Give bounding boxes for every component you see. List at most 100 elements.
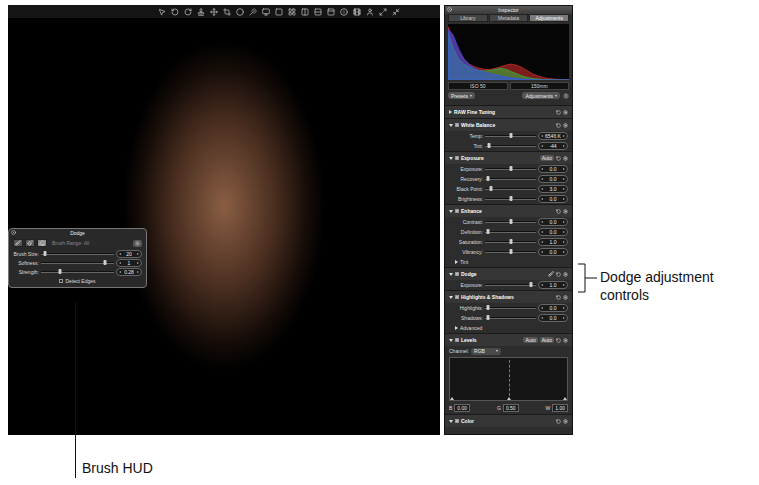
auto-button[interactable]: Auto [523, 337, 537, 343]
section-checkbox[interactable] [455, 209, 459, 213]
decrement-icon[interactable] [541, 317, 543, 319]
reset-icon[interactable] [556, 123, 561, 128]
tool-icon[interactable] [327, 8, 335, 16]
disclosure-icon[interactable] [455, 260, 458, 264]
gray-handle[interactable] [507, 397, 511, 400]
decrement-icon[interactable] [119, 253, 121, 255]
decrement-icon[interactable] [541, 145, 543, 147]
tab[interactable]: Adjustments [529, 14, 569, 22]
decrement-icon[interactable] [541, 135, 543, 137]
decrement-icon[interactable] [541, 284, 543, 286]
slider-track[interactable] [485, 135, 536, 137]
tool-icon[interactable] [314, 8, 322, 16]
value-field[interactable]: 0.00 [454, 404, 470, 412]
disclosure-row[interactable]: Tint [445, 257, 572, 267]
decrement-icon[interactable] [119, 262, 121, 264]
slider-thumb[interactable] [44, 251, 47, 256]
decrement-icon[interactable] [541, 307, 543, 309]
slider-track[interactable] [485, 317, 536, 319]
tool-icon[interactable] [262, 8, 270, 16]
tool-icon[interactable] [275, 8, 283, 16]
slider-track[interactable] [485, 198, 536, 200]
tool-icon[interactable] [223, 8, 231, 16]
gear-icon[interactable] [563, 338, 568, 343]
slider-thumb[interactable] [486, 305, 489, 310]
value-field[interactable]: 0.0 [538, 314, 568, 322]
gear-icon[interactable] [563, 272, 568, 277]
reset-icon[interactable] [556, 209, 561, 214]
slider-track[interactable] [485, 284, 536, 286]
increment-icon[interactable] [137, 262, 139, 264]
value-field[interactable]: 0.50 [503, 404, 519, 412]
section-header[interactable]: Color [445, 414, 572, 427]
section-checkbox[interactable] [455, 295, 459, 299]
decrement-icon[interactable] [541, 231, 543, 233]
increment-icon[interactable] [563, 135, 565, 137]
value-field[interactable]: 1.00 [552, 404, 568, 412]
levels-graph[interactable] [449, 357, 568, 401]
increment-icon[interactable] [563, 221, 565, 223]
increment-icon[interactable] [137, 271, 139, 273]
tool-icon[interactable] [353, 8, 361, 16]
section-header[interactable]: RAW Fine Tuning [445, 105, 572, 118]
section-header[interactable]: LevelsAutoAuto [445, 333, 572, 346]
value-field[interactable]: 0.28 [116, 268, 142, 276]
section-checkbox[interactable] [455, 272, 459, 276]
gear-icon[interactable] [563, 123, 568, 128]
increment-icon[interactable] [563, 251, 565, 253]
black-handle[interactable] [450, 397, 454, 400]
value-field[interactable]: 1 [116, 259, 142, 267]
slider-thumb[interactable] [509, 133, 512, 138]
tool-icon[interactable] [171, 8, 179, 16]
slider-thumb[interactable] [509, 166, 512, 171]
section-checkbox[interactable] [455, 123, 459, 127]
slider-thumb[interactable] [486, 229, 489, 234]
slider-thumb[interactable] [104, 260, 107, 265]
increment-icon[interactable] [563, 188, 565, 190]
tool-icon[interactable] [301, 8, 309, 16]
tool-icon[interactable] [288, 8, 296, 16]
disclosure-icon[interactable] [449, 273, 453, 276]
reset-icon[interactable] [556, 156, 561, 161]
white-handle[interactable] [563, 397, 567, 400]
disclosure-icon[interactable] [449, 210, 453, 213]
section-checkbox[interactable] [455, 338, 459, 342]
disclosure-icon[interactable] [449, 296, 453, 299]
detect-edges[interactable]: Detect Edges [9, 276, 146, 285]
slider-track[interactable] [485, 231, 536, 233]
section-header[interactable]: ExposureAuto [445, 151, 572, 164]
increment-icon[interactable] [563, 145, 565, 147]
close-icon[interactable] [447, 7, 452, 12]
slider-thumb[interactable] [490, 186, 493, 191]
increment-icon[interactable] [563, 284, 565, 286]
section-header[interactable]: Dodge [445, 267, 572, 280]
slider-thumb[interactable] [486, 176, 489, 181]
slider-track[interactable] [41, 262, 114, 264]
reset-icon[interactable] [556, 295, 561, 300]
adjustments-dropdown[interactable]: Adjustments [522, 92, 560, 99]
close-icon[interactable] [11, 230, 16, 235]
value-field[interactable]: 0.0 [538, 218, 568, 226]
value-field[interactable]: 1.0 [538, 238, 568, 246]
reset-icon[interactable] [556, 272, 561, 277]
tool-icon[interactable] [236, 8, 244, 16]
disclosure-icon[interactable] [449, 339, 453, 342]
increment-icon[interactable] [563, 231, 565, 233]
decrement-icon[interactable] [541, 188, 543, 190]
slider-thumb[interactable] [486, 315, 489, 320]
tool-icon[interactable] [249, 8, 257, 16]
increment-icon[interactable] [563, 168, 565, 170]
slider-thumb[interactable] [488, 143, 491, 148]
slider-track[interactable] [485, 168, 536, 170]
gear-icon[interactable] [563, 110, 568, 115]
section-checkbox[interactable] [455, 156, 459, 160]
value-field[interactable]: 0.0 [538, 165, 568, 173]
value-field[interactable]: 0.0 [538, 228, 568, 236]
section-header[interactable]: Highlights & Shadows [445, 290, 572, 303]
value-field[interactable]: 0.0 [538, 175, 568, 183]
disclosure-icon[interactable] [449, 157, 453, 160]
brush-tool-button[interactable] [13, 239, 23, 247]
detect-edges-checkbox[interactable] [59, 279, 63, 283]
slider-track[interactable] [41, 271, 114, 273]
slider-thumb[interactable] [509, 249, 512, 254]
